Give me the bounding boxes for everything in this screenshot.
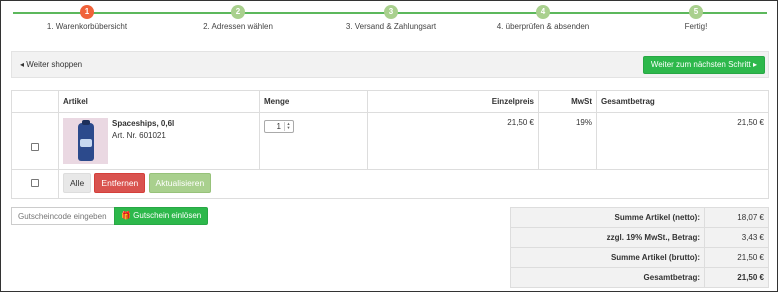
item-select-checkbox[interactable]	[31, 142, 39, 151]
step-number-badge: 5	[689, 5, 703, 19]
redeem-voucher-button[interactable]: 🎁 Gutschein einlösen	[114, 207, 209, 225]
step-number-badge: 4	[536, 5, 550, 19]
totals-row: Summe Artikel (netto): 18,07 €	[510, 207, 769, 228]
cart-actions-row: Alle Entfernen Aktualisieren	[11, 169, 769, 199]
quantity-stepper[interactable]: 1 ▲ ▼	[264, 120, 294, 133]
unit-price-cell: 21,50 €	[367, 112, 539, 170]
vat-amount-label: zzgl. 19% MwSt., Betrag:	[510, 227, 705, 248]
cart-header-row: Artikel Menge Einzelpreis MwSt Gesamtbet…	[11, 90, 769, 113]
net-total-value: 18,07 €	[704, 207, 769, 228]
article-cell: Spaceships, 0,6l Art. Nr. 601021	[58, 112, 260, 170]
actions-cell: Alle Entfernen Aktualisieren	[58, 169, 769, 199]
step-label: 3. Versand & Zahlungsart	[345, 22, 437, 31]
cart-table: Artikel Menge Einzelpreis MwSt Gesamtbet…	[11, 90, 769, 199]
continue-shopping-link[interactable]: ◂ Weiter shoppen	[20, 60, 82, 69]
remove-button[interactable]: Entfernen	[94, 173, 146, 193]
totals-row: Summe Artikel (brutto): 21,50 €	[510, 247, 769, 268]
totals-table: Summe Artikel (netto): 18,07 € zzgl. 19%…	[510, 207, 769, 288]
step-label: 2. Adressen wählen	[203, 22, 273, 31]
quantity-cell: 1 ▲ ▼	[259, 112, 368, 170]
select-cell	[11, 112, 59, 170]
select-column-header	[11, 90, 59, 113]
total-column-header: Gesamtbetrag	[596, 90, 769, 113]
checkout-progress: 1 1. Warenkorbübersicht 2 2. Adressen wä…	[1, 1, 778, 41]
step-cart-overview[interactable]: 1 1. Warenkorbübersicht	[27, 5, 147, 31]
select-all-cell	[11, 169, 59, 199]
vat-amount-value: 3,43 €	[704, 227, 769, 248]
step-review-submit[interactable]: 4 4. überprüfen & absenden	[483, 5, 603, 31]
voucher-code-input[interactable]	[11, 207, 114, 225]
spinner-arrows-icon[interactable]: ▲ ▼	[284, 122, 292, 131]
gross-total-value: 21,50 €	[704, 247, 769, 268]
step-label: 4. überprüfen & absenden	[496, 22, 590, 31]
checkout-page: 1 1. Warenkorbübersicht 2 2. Adressen wä…	[0, 0, 778, 292]
step-shipping-payment[interactable]: 3 3. Versand & Zahlungsart	[331, 5, 451, 31]
bottle-illustration	[78, 120, 94, 161]
step-label: 1. Warenkorbübersicht	[46, 22, 128, 31]
gross-total-label: Summe Artikel (brutto):	[510, 247, 705, 268]
step-number-badge: 1	[80, 5, 94, 19]
net-total-label: Summe Artikel (netto):	[510, 207, 705, 228]
step-label: Fertig!	[684, 22, 708, 31]
article-column-header: Artikel	[58, 90, 260, 113]
step-number-badge: 2	[231, 5, 245, 19]
quantity-column-header: Menge	[259, 90, 368, 113]
vat-column-header: MwSt	[538, 90, 597, 113]
table-row: Spaceships, 0,6l Art. Nr. 601021 1 ▲ ▼ 21…	[11, 112, 769, 170]
total-cell: 21,50 €	[596, 112, 769, 170]
step-number-badge: 3	[384, 5, 398, 19]
cart-toolbar: ◂ Weiter shoppen Weiter zum nächsten Sch…	[11, 51, 769, 78]
vat-cell: 19%	[538, 112, 597, 170]
product-image[interactable]	[63, 118, 108, 164]
select-all-checkbox[interactable]	[31, 179, 39, 187]
update-button[interactable]: Aktualisieren	[148, 173, 212, 193]
quantity-value: 1	[276, 122, 281, 131]
select-all-button[interactable]: Alle	[63, 173, 92, 193]
totals-row: zzgl. 19% MwSt., Betrag: 3,43 €	[510, 227, 769, 248]
grand-total-label: Gesamtbetrag:	[510, 267, 705, 288]
totals-row: Gesamtbetrag: 21,50 €	[510, 267, 769, 288]
grand-total-value: 21,50 €	[704, 267, 769, 288]
next-step-button[interactable]: Weiter zum nächsten Schritt ▸	[642, 56, 765, 74]
unit-price-column-header: Einzelpreis	[367, 90, 539, 113]
voucher-form: 🎁 Gutschein einlösen	[11, 207, 209, 225]
step-select-addresses[interactable]: 2 2. Adressen wählen	[178, 5, 298, 31]
step-done[interactable]: 5 Fertig!	[636, 5, 756, 31]
